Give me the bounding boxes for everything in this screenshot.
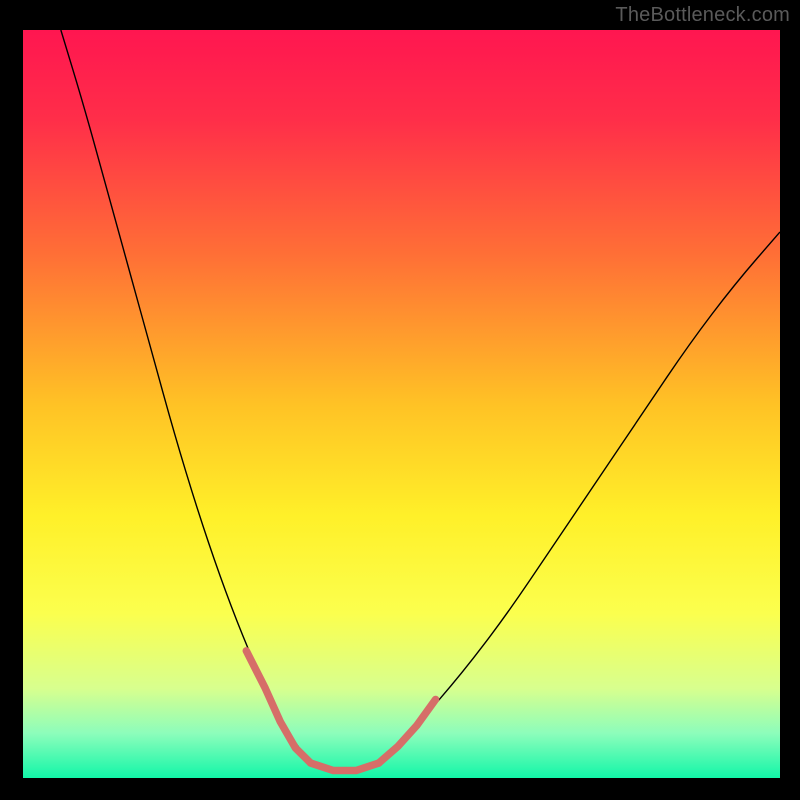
gradient-background (23, 30, 780, 778)
chart-frame: TheBottleneck.com (0, 0, 800, 800)
plot-area (23, 30, 780, 778)
watermark-text: TheBottleneck.com (615, 4, 790, 27)
chart-svg (23, 30, 780, 778)
